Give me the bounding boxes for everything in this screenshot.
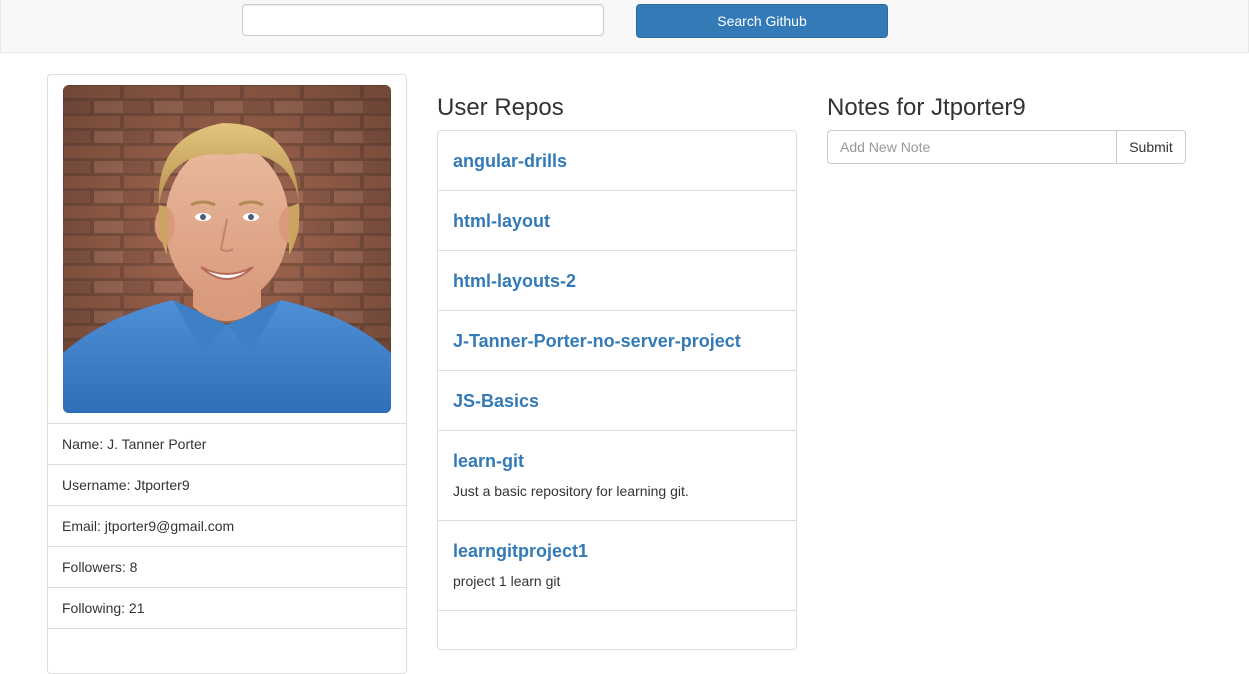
profile-followers-label: Followers: 8 [62,559,138,575]
list-item: learngitproject1 project 1 learn git [438,521,796,611]
profile-email-label: Email: jtporter9@gmail.com [62,518,235,534]
repos-heading: User Repos [437,94,564,121]
top-navbar: Search Github [0,0,1249,53]
profile-item-empty [48,628,406,669]
search-github-button[interactable]: Search Github [636,4,888,38]
repo-link[interactable]: learngitproject1 [453,541,588,562]
submit-note-button[interactable]: Submit [1116,130,1186,164]
list-item: learn-git Just a basic repository for le… [438,431,796,521]
list-item: html-layouts-2 [438,251,796,311]
list-item: html-layout [438,191,796,251]
search-input[interactable] [242,4,604,36]
profile-followers: Followers: 8 [48,546,406,587]
list-item: angular-drills [438,131,796,191]
add-note-input[interactable] [827,130,1117,164]
repo-description: project 1 learn git [453,573,561,589]
profile-panel: Name: J. Tanner Porter Username: Jtporte… [47,74,407,674]
profile-name-label: Name: J. Tanner Porter [62,436,207,452]
profile-email: Email: jtporter9@gmail.com [48,505,406,546]
notes-heading: Notes for Jtporter9 [827,94,1026,121]
repo-description: Just a basic repository for learning git… [453,483,689,499]
list-item: J-Tanner-Porter-no-server-project [438,311,796,371]
user-photo-icon [63,85,391,413]
profile-following-label: Following: 21 [62,600,145,616]
repo-link[interactable]: angular-drills [453,151,567,172]
profile-username-label: Username: Jtporter9 [62,477,190,493]
profile-username: Username: Jtporter9 [48,464,406,505]
repo-link[interactable]: html-layout [453,211,550,232]
avatar [63,85,391,413]
repos-list: angular-drills html-layout html-layouts-… [437,130,797,650]
repo-link[interactable]: JS-Basics [453,391,539,412]
list-item: JS-Basics [438,371,796,431]
repo-link[interactable]: html-layouts-2 [453,271,576,292]
profile-name: Name: J. Tanner Porter [48,423,406,464]
profile-following: Following: 21 [48,587,406,628]
repo-link[interactable]: learn-git [453,451,524,472]
repo-link[interactable]: J-Tanner-Porter-no-server-project [453,331,741,352]
